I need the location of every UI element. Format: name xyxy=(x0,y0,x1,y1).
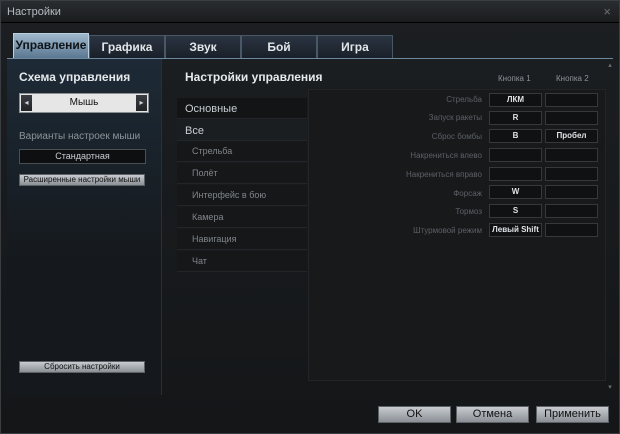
tab-graphics[interactable]: Графика xyxy=(89,35,165,58)
binding-action: Запуск ракеты xyxy=(428,113,482,122)
mouse-variants-label: Варианты настроек мыши xyxy=(19,131,141,142)
column-key1-header: Кнопка 1 xyxy=(498,74,531,83)
binding-key2[interactable] xyxy=(545,185,598,199)
binding-action: Форсаж xyxy=(453,189,482,198)
scroll-up-icon[interactable]: ▴ xyxy=(606,61,614,69)
subcategory-navigation[interactable]: Навигация xyxy=(177,229,307,250)
control-scheme-panel: Схема управления ◂ Мышь ▸ Варианты настр… xyxy=(7,59,162,395)
column-key2-header: Кнопка 2 xyxy=(556,74,589,83)
subcategory-label: Интерфейс в бою xyxy=(192,190,267,200)
ok-button[interactable]: OK xyxy=(378,406,451,423)
binding-key1[interactable] xyxy=(489,167,542,181)
binding-key2[interactable] xyxy=(545,148,598,162)
mouse-variant-field[interactable]: Стандартная xyxy=(19,149,146,164)
binding-action: Сброс бомбы xyxy=(431,132,482,141)
close-icon[interactable]: × xyxy=(603,4,611,19)
binding-key1[interactable]: R xyxy=(489,111,542,125)
settings-window: Настройки × Управление Графика Звук Бой … xyxy=(0,0,620,434)
subcategory-flight[interactable]: Полёт xyxy=(177,163,307,184)
subcategory-label: Стрельба xyxy=(192,146,233,156)
title-bar: Настройки × xyxy=(1,1,619,23)
category-all-label: Все xyxy=(185,125,204,137)
window-title: Настройки xyxy=(7,6,61,18)
subcategory-shooting[interactable]: Стрельба xyxy=(177,141,307,162)
binding-action: Штурмовой режим xyxy=(413,226,482,235)
scheme-selector[interactable]: ◂ Мышь ▸ xyxy=(19,93,149,113)
subcategory-battle-interface[interactable]: Интерфейс в бою xyxy=(177,185,307,206)
subcategory-camera[interactable]: Камера xyxy=(177,207,307,228)
arrow-left-icon[interactable]: ◂ xyxy=(21,95,32,111)
tab-battle[interactable]: Бой xyxy=(241,35,317,58)
binding-key1[interactable]: Левый Shift xyxy=(489,223,542,237)
subcategory-label: Полёт xyxy=(192,168,218,178)
subcategory-label: Камера xyxy=(192,212,224,222)
binding-action: Тормоз xyxy=(455,207,482,216)
arrow-right-icon[interactable]: ▸ xyxy=(136,95,147,111)
tab-controls[interactable]: Управление xyxy=(13,33,89,58)
binding-key1[interactable]: W xyxy=(489,185,542,199)
scroll-down-icon[interactable]: ▾ xyxy=(606,383,614,391)
subcategory-label: Навигация xyxy=(192,234,237,244)
binding-key1[interactable]: S xyxy=(489,204,542,218)
tab-game[interactable]: Игра xyxy=(317,35,393,58)
binding-key1[interactable]: B xyxy=(489,129,542,143)
scheme-title: Схема управления xyxy=(19,70,131,84)
category-all[interactable]: Все xyxy=(177,120,307,141)
apply-button[interactable]: Применить xyxy=(536,406,609,423)
cancel-button[interactable]: Отмена xyxy=(456,406,529,423)
tab-sound[interactable]: Звук xyxy=(165,35,241,58)
binding-key1[interactable] xyxy=(489,148,542,162)
binding-key2[interactable] xyxy=(545,223,598,237)
binding-action: Накрениться вправо xyxy=(406,170,482,179)
binding-key1[interactable]: ЛКМ xyxy=(489,93,542,107)
binding-key2[interactable] xyxy=(545,93,598,107)
binding-key2[interactable] xyxy=(545,111,598,125)
subcategory-label: Чат xyxy=(192,256,207,266)
category-basic-label: Основные xyxy=(185,103,238,115)
reset-settings-button[interactable]: Сбросить настройки xyxy=(19,361,145,373)
scheme-value: Мышь xyxy=(69,97,99,108)
binding-action: Стрельба xyxy=(446,95,482,104)
binding-key2[interactable] xyxy=(545,204,598,218)
controls-settings-title: Настройки управления xyxy=(185,70,323,84)
binding-key2[interactable]: Пробел xyxy=(545,129,598,143)
binding-key2[interactable] xyxy=(545,167,598,181)
advanced-mouse-settings-button[interactable]: Расширенные настройки мыши xyxy=(19,174,145,186)
binding-action: Накрениться влево xyxy=(410,151,482,160)
subcategory-chat[interactable]: Чат xyxy=(177,251,307,272)
category-basic[interactable]: Основные xyxy=(177,98,307,119)
scrollbar[interactable]: ▴ ▾ xyxy=(606,61,614,391)
